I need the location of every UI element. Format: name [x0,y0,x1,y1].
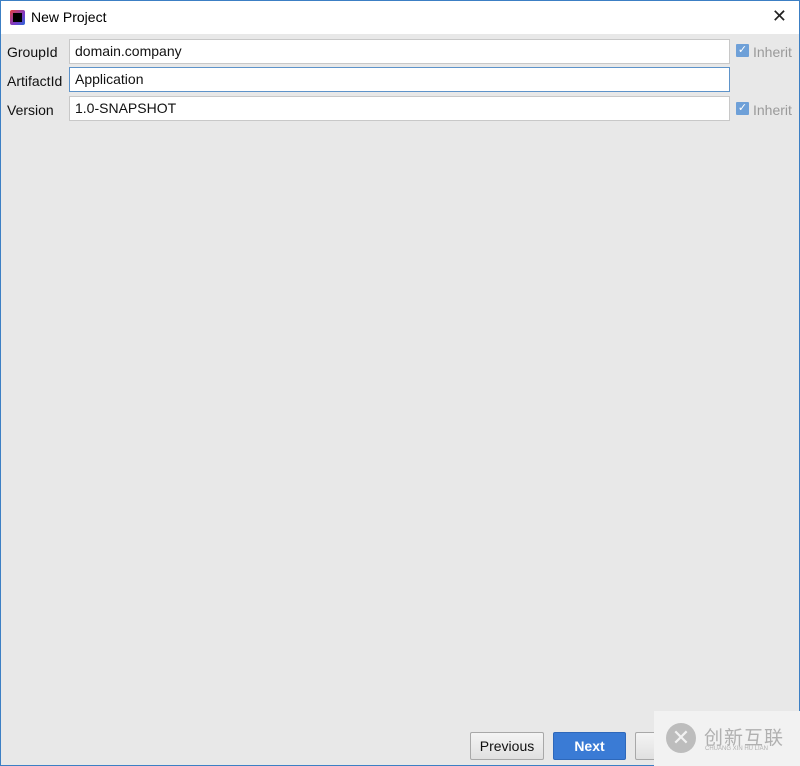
watermark-subtext: CHUANG XIN HU LIAN [705,746,769,752]
version-inherit-checkbox[interactable]: ✓ [736,102,749,115]
previous-button[interactable]: Previous [470,732,544,760]
title-bar: New Project ✕ [1,1,799,34]
groupid-input[interactable]: domain.company [69,39,730,64]
artifactid-label: ArtifactId [7,73,63,89]
watermark-logo-icon: ✕ [666,723,696,753]
dialog-title: New Project [31,9,107,25]
next-button[interactable]: Next [553,732,626,760]
version-label: Version [7,102,54,118]
close-icon[interactable]: ✕ [772,6,787,27]
new-project-dialog: New Project ✕ GroupId domain.company ✓ I… [0,0,800,766]
groupid-inherit-label: Inherit [753,44,792,60]
artifactid-input[interactable]: Application [69,67,730,92]
version-inherit-label: Inherit [753,102,792,118]
intellij-icon [10,10,25,25]
groupid-label: GroupId [7,44,58,60]
version-input[interactable]: 1.0-SNAPSHOT [69,96,730,121]
groupid-inherit-checkbox[interactable]: ✓ [736,44,749,57]
watermark: ✕ 创新互联 CHUANG XIN HU LIAN [654,711,800,766]
